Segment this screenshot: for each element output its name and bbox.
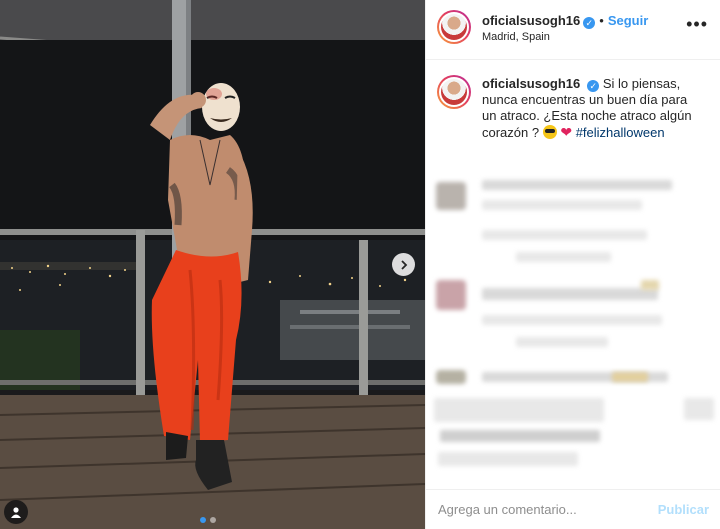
comment-line	[434, 398, 604, 422]
publish-button[interactable]: Publicar	[658, 502, 709, 517]
comment-line	[516, 337, 608, 347]
verified-badge-icon: ✓	[587, 80, 600, 92]
photo-scene	[0, 0, 425, 529]
comment-avatar	[436, 182, 466, 210]
comment-line	[482, 180, 672, 190]
verified-badge-icon: ✓	[583, 17, 596, 29]
comment-line	[482, 200, 642, 210]
location-link[interactable]: Madrid, Spain	[482, 31, 550, 43]
comment-emoji-blur	[641, 280, 659, 290]
hashtag-link[interactable]: #felizhalloween	[576, 125, 665, 140]
post-header: oficialsusogh16 ✓ • Seguir Madrid, Spain ••…	[426, 0, 720, 60]
post-side-panel: oficialsusogh16 ✓ • Seguir Madrid, Spain ••…	[425, 0, 720, 529]
avatar[interactable]	[437, 10, 471, 44]
comment-line	[440, 430, 600, 442]
chevron-right-icon	[400, 259, 407, 270]
sunglasses-emoji-icon	[542, 125, 557, 139]
more-options-icon[interactable]: •••	[686, 14, 708, 35]
post-photo[interactable]	[0, 0, 425, 529]
carousel-indicator	[200, 517, 216, 523]
carousel-dot	[210, 517, 216, 523]
username-link[interactable]: oficialsusogh16	[482, 13, 580, 28]
comment-line	[516, 252, 611, 262]
user-tag-icon	[11, 507, 21, 518]
caption-avatar[interactable]	[437, 75, 471, 109]
red-heart-emoji-icon: ❤	[560, 124, 573, 140]
comment-line	[482, 288, 658, 300]
comment-line	[684, 398, 714, 420]
separator-dot: •	[599, 13, 604, 28]
comment-avatar	[436, 370, 466, 384]
next-slide-button[interactable]	[392, 253, 415, 276]
comment-input[interactable]	[438, 502, 658, 517]
caption-username[interactable]: oficialsusogh16	[482, 76, 580, 91]
comment-emoji-blur	[612, 372, 648, 382]
header-names: oficialsusogh16 ✓ • Seguir	[482, 13, 648, 29]
comment-line	[438, 452, 578, 466]
follow-button[interactable]: Seguir	[608, 13, 648, 28]
carousel-dot-active	[200, 517, 206, 523]
comments-list-blurred	[426, 170, 720, 488]
comment-box: Publicar	[426, 489, 720, 529]
comment-line	[482, 315, 662, 325]
comment-avatar	[436, 280, 466, 310]
comment-line	[482, 230, 647, 240]
caption-text: oficialsusogh16 ✓ Si lo piensas, nunca en…	[482, 76, 704, 141]
user-tag-button[interactable]	[4, 500, 28, 524]
